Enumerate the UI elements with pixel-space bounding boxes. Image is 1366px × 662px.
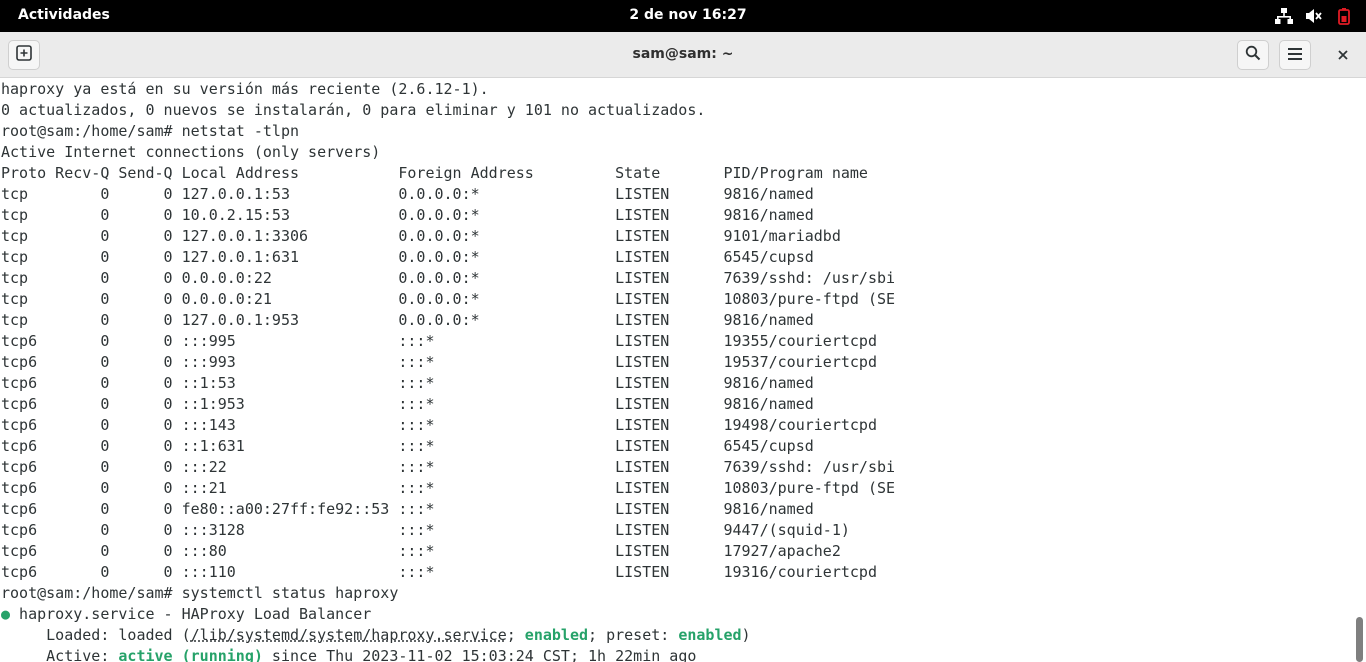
netstat-row: tcp6 0 0 :::110 :::* LISTEN 19316/courie… <box>1 563 877 581</box>
network-wired-icon[interactable] <box>1274 6 1294 26</box>
loaded-sep: ; <box>506 626 525 644</box>
netstat-row: tcp6 0 0 :::21 :::* LISTEN 10803/pure-ft… <box>1 479 896 497</box>
output-line: haproxy ya está en su versión más recien… <box>1 80 489 98</box>
power-icon[interactable] <box>1334 6 1354 26</box>
search-icon <box>1245 45 1261 65</box>
window-title: sam@sam: ~ <box>632 46 734 62</box>
scrollbar-thumb[interactable] <box>1356 617 1363 662</box>
netstat-header: Proto Recv-Q Send-Q Local Address Foreig… <box>1 164 868 182</box>
netstat-table: tcp 0 0 127.0.0.1:53 0.0.0.0:* LISTEN 98… <box>1 184 1352 583</box>
terminal-scrollbar[interactable] <box>1352 79 1366 662</box>
netstat-row: tcp6 0 0 :::80 :::* LISTEN 17927/apache2 <box>1 542 841 560</box>
netstat-row: tcp6 0 0 ::1:53 :::* LISTEN 9816/named <box>1 374 814 392</box>
netstat-row: tcp 0 0 127.0.0.1:3306 0.0.0.0:* LISTEN … <box>1 227 841 245</box>
active-since: since Thu 2023-11-02 15:03:24 CST; 1h 22… <box>262 647 697 662</box>
system-tray[interactable] <box>1274 6 1354 26</box>
preset-state: enabled <box>678 626 742 644</box>
clock[interactable]: 2 de nov 16:27 <box>0 7 1366 23</box>
status-active-line: Active: active (running) since Thu 2023-… <box>1 646 1352 662</box>
netstat-row: tcp 0 0 0.0.0.0:21 0.0.0.0:* LISTEN 1080… <box>1 290 896 308</box>
preset-label: ; preset: <box>588 626 679 644</box>
close-icon <box>1337 46 1349 65</box>
hamburger-menu-icon <box>1287 46 1303 65</box>
netstat-row: tcp6 0 0 :::995 :::* LISTEN 19355/courie… <box>1 332 877 350</box>
status-unit-line: ● haproxy.service - HAProxy Load Balance… <box>1 604 1352 625</box>
active-prefix: Active: <box>1 647 119 662</box>
status-bullet-icon: ● <box>1 605 11 623</box>
prompt-line: root@sam:/home/sam# systemctl status hap… <box>1 584 399 602</box>
netstat-row: tcp 0 0 127.0.0.1:631 0.0.0.0:* LISTEN 6… <box>1 248 814 266</box>
prompt-line: root@sam:/home/sam# netstat -tlpn <box>1 122 300 140</box>
netstat-row: tcp 0 0 127.0.0.1:953 0.0.0.0:* LISTEN 9… <box>1 311 814 329</box>
loaded-prefix: Loaded: loaded ( <box>1 626 191 644</box>
netstat-row: tcp6 0 0 :::3128 :::* LISTEN 9447/(squid… <box>1 521 850 539</box>
unit-file-path[interactable]: /lib/systemd/system/haproxy.service <box>191 626 507 644</box>
terminal-headerbar: sam@sam: ~ <box>0 32 1366 78</box>
menu-button[interactable] <box>1279 40 1311 70</box>
terminal-output[interactable]: haproxy ya está en su versión más recien… <box>0 79 1352 662</box>
netstat-row: tcp6 0 0 :::993 :::* LISTEN 19537/courie… <box>1 353 877 371</box>
unit-description: haproxy.service - HAProxy Load Balancer <box>10 605 372 623</box>
netstat-row: tcp 0 0 127.0.0.1:53 0.0.0.0:* LISTEN 98… <box>1 185 814 203</box>
netstat-row: tcp6 0 0 :::143 :::* LISTEN 19498/courie… <box>1 416 877 434</box>
netstat-row: tcp 0 0 0.0.0.0:22 0.0.0.0:* LISTEN 7639… <box>1 269 896 287</box>
status-loaded-line: Loaded: loaded (/lib/systemd/system/hapr… <box>1 625 1352 646</box>
top-bar: Actividades 2 de nov 16:27 <box>0 0 1366 32</box>
search-button[interactable] <box>1237 40 1269 70</box>
netstat-row: tcp6 0 0 ::1:953 :::* LISTEN 9816/named <box>1 395 814 413</box>
enabled-state: enabled <box>524 626 589 644</box>
output-line: Active Internet connections (only server… <box>1 143 381 161</box>
netstat-row: tcp6 0 0 fe80::a00:27ff:fe92::53 :::* LI… <box>1 500 814 518</box>
netstat-row: tcp6 0 0 ::1:631 :::* LISTEN 6545/cupsd <box>1 437 814 455</box>
loaded-suffix: ) <box>741 626 751 644</box>
active-state: active (running) <box>118 647 263 662</box>
netstat-row: tcp6 0 0 :::22 :::* LISTEN 7639/sshd: /u… <box>1 458 896 476</box>
output-line: 0 actualizados, 0 nuevos se instalarán, … <box>1 101 706 119</box>
netstat-row: tcp 0 0 10.0.2.15:53 0.0.0.0:* LISTEN 98… <box>1 206 814 224</box>
close-button[interactable] <box>1327 40 1359 70</box>
volume-muted-icon[interactable] <box>1304 6 1324 26</box>
